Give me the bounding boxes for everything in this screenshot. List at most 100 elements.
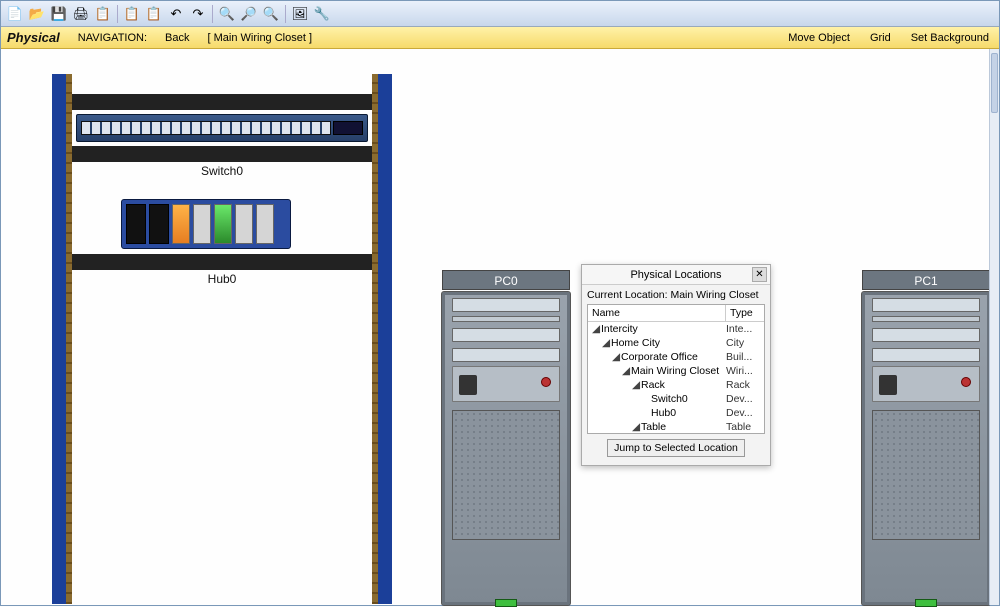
expand-icon[interactable]: ◢: [632, 421, 640, 433]
column-name[interactable]: Name: [588, 305, 726, 321]
hub-slot: [149, 204, 169, 244]
tree-node-name: Intercity: [601, 323, 638, 335]
dialog-title-text: Physical Locations: [630, 269, 721, 281]
pc1-title: PC1: [862, 270, 990, 290]
hub-port[interactable]: [214, 204, 232, 244]
nav-back-button[interactable]: Back: [165, 32, 189, 44]
zoom-in-icon[interactable]: 🔍: [217, 4, 237, 24]
equipment-rack[interactable]: Switch0 Hub0: [52, 74, 392, 604]
breadcrumb[interactable]: [ Main Wiring Closet ]: [208, 32, 313, 44]
device-switch0[interactable]: [76, 114, 368, 142]
usb-ports[interactable]: [459, 375, 477, 395]
move-object-button[interactable]: Move Object: [788, 32, 850, 44]
device-pc1[interactable]: PC1: [861, 291, 991, 606]
physical-locations-dialog[interactable]: Physical Locations ✕ Current Location: M…: [581, 264, 771, 466]
tree-node-name: Main Wiring Closet: [631, 365, 719, 377]
tree-header: Name Type: [588, 305, 764, 322]
power-led: [961, 377, 971, 387]
optical-drive: [872, 298, 980, 312]
pc0-title: PC0: [442, 270, 570, 290]
hub-port[interactable]: [193, 204, 211, 244]
rack-shelf: [72, 146, 372, 162]
expand-icon[interactable]: ◢: [632, 379, 640, 391]
jump-to-location-button[interactable]: Jump to Selected Location: [607, 439, 745, 457]
tree-node-name: Corporate Office: [621, 351, 698, 363]
switch-port-bank[interactable]: [81, 121, 331, 135]
tree-row[interactable]: Switch0 Dev...: [588, 392, 764, 406]
switch0-label: Switch0: [66, 164, 378, 178]
background-icon[interactable]: 🖼: [290, 4, 310, 24]
optical-drive: [452, 298, 560, 312]
tree-row[interactable]: ◢TableTable: [588, 420, 764, 434]
power-led: [541, 377, 551, 387]
vertical-scrollbar[interactable]: [989, 49, 999, 605]
tree-node-type: Wiri...: [726, 365, 764, 377]
hub-port[interactable]: [172, 204, 190, 244]
dialog-titlebar[interactable]: Physical Locations ✕: [582, 265, 770, 285]
copy-icon[interactable]: 📋: [122, 4, 142, 24]
rack-shelf: [72, 254, 372, 270]
floppy-drive: [452, 316, 560, 322]
new-file-icon[interactable]: 📄: [5, 4, 25, 24]
tree-node-type: Inte...: [726, 323, 764, 335]
device-hub0[interactable]: [121, 199, 291, 249]
tree-row[interactable]: ◢Home City City: [588, 336, 764, 350]
current-location-label: Current Location:: [587, 289, 668, 301]
redo-icon[interactable]: ↷: [188, 4, 208, 24]
front-io-panel: [452, 366, 560, 402]
open-file-icon[interactable]: 📂: [27, 4, 47, 24]
settings-icon[interactable]: 🔧: [312, 4, 332, 24]
hub-port[interactable]: [256, 204, 274, 244]
rack-shelf: [72, 94, 372, 110]
dialog-body: Current Location: Main Wiring Closet Nam…: [582, 285, 770, 465]
save-icon[interactable]: 💾: [49, 4, 69, 24]
set-background-button[interactable]: Set Background: [911, 32, 989, 44]
bay-cover: [452, 348, 560, 362]
tree-node-name: Home City: [611, 337, 660, 349]
scrollbar-thumb[interactable]: [991, 53, 998, 113]
tree-row[interactable]: ◢RackRack: [588, 378, 764, 392]
tree-node-type: Table: [726, 421, 764, 433]
switch-uplink-ports[interactable]: [333, 121, 363, 135]
expand-icon[interactable]: ◢: [612, 351, 620, 363]
current-location-row: Current Location: Main Wiring Closet: [587, 289, 765, 301]
print-icon[interactable]: 🖨: [71, 4, 91, 24]
tree-node-type: Dev...: [726, 393, 764, 405]
hub-port[interactable]: [235, 204, 253, 244]
tree-node-name: Switch0: [651, 393, 688, 405]
tree-node-name: Hub0: [651, 407, 676, 419]
tree-node-type: Rack: [726, 379, 764, 391]
paste-icon[interactable]: 📋: [144, 4, 164, 24]
location-tree[interactable]: Name Type ◢IntercityInte...◢Home CityCit…: [587, 304, 765, 434]
tree-node-type: City: [726, 337, 764, 349]
toolbar-separator: [285, 5, 286, 23]
device-pc0[interactable]: PC0: [441, 291, 571, 606]
expand-icon[interactable]: ◢: [602, 337, 610, 349]
tree-node-type: Buil...: [726, 351, 764, 363]
expand-icon[interactable]: ◢: [592, 323, 600, 335]
usb-ports[interactable]: [879, 375, 897, 395]
current-location-value: Main Wiring Closet: [670, 289, 758, 301]
physical-navbar: Physical NAVIGATION: Back [ Main Wiring …: [1, 27, 999, 49]
expand-icon[interactable]: ◢: [622, 365, 630, 377]
case-grille: [872, 410, 980, 540]
tree-row[interactable]: ◢Main Wiring Closet Wiri...: [588, 364, 764, 378]
tree-row[interactable]: Hub0 Dev...: [588, 406, 764, 420]
tree-row[interactable]: ◢Intercity Inte...: [588, 322, 764, 336]
view-mode-label: Physical: [7, 30, 60, 45]
zoom-out-icon[interactable]: 🔎: [239, 4, 259, 24]
toolbar-separator: [212, 5, 213, 23]
hub-slot: [126, 204, 146, 244]
bay-cover: [872, 328, 980, 342]
grid-button[interactable]: Grid: [870, 32, 891, 44]
column-type[interactable]: Type: [726, 305, 764, 321]
tree-node-name: Rack: [641, 379, 665, 391]
clipboard-icon[interactable]: 📋: [93, 4, 113, 24]
close-icon[interactable]: ✕: [752, 267, 767, 282]
undo-icon[interactable]: ↶: [166, 4, 186, 24]
physical-workspace[interactable]: Switch0 Hub0 PC0 PC1: [1, 49, 999, 605]
zoom-reset-icon[interactable]: 🔍: [261, 4, 281, 24]
tree-node-name: Table: [641, 421, 666, 433]
tree-node-type: Dev...: [726, 407, 764, 419]
tree-row[interactable]: ◢Corporate Office Buil...: [588, 350, 764, 364]
